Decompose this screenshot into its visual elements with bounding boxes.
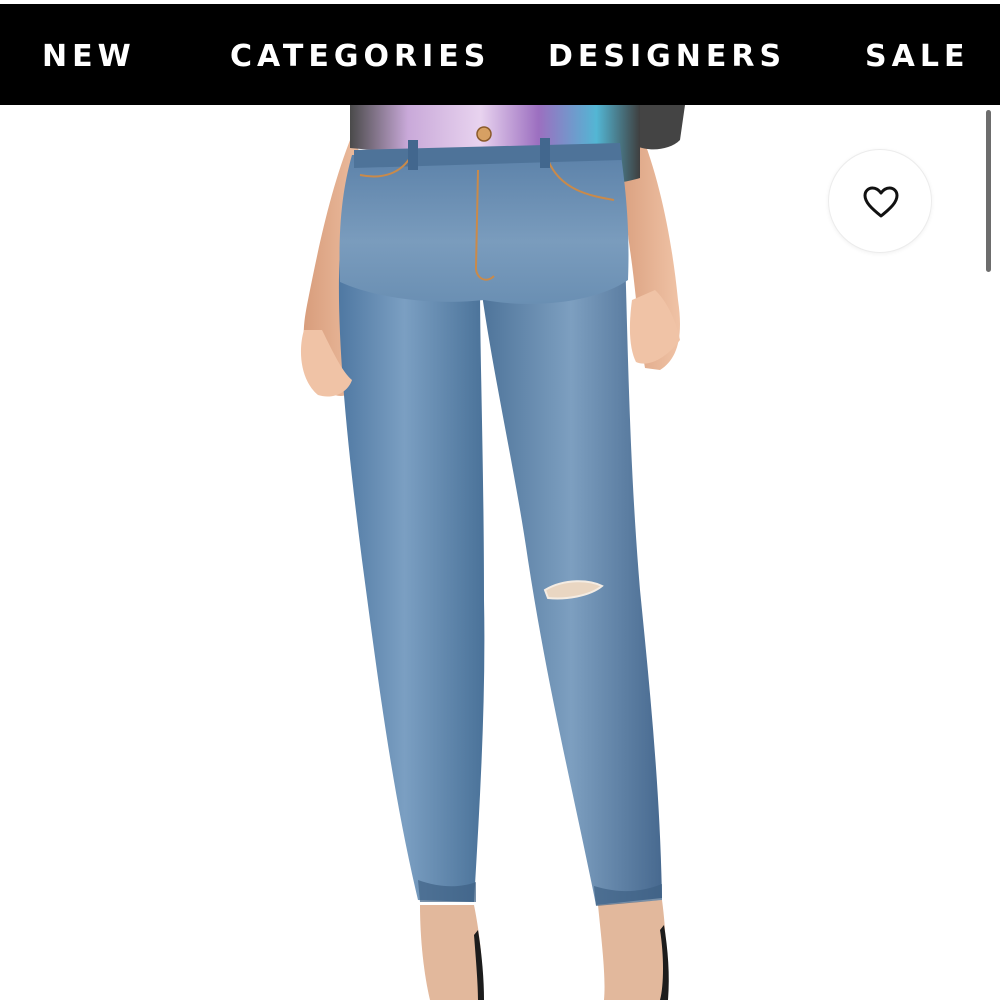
top-navigation-bar: NEW CATEGORIES DESIGNERS SALE: [0, 0, 1000, 105]
nav-item-new[interactable]: NEW: [42, 37, 136, 77]
nav-item-categories[interactable]: CATEGORIES: [230, 37, 490, 77]
heart-outline-icon: [863, 186, 899, 218]
vertical-scrollbar[interactable]: [986, 110, 991, 272]
favorite-button[interactable]: [828, 149, 932, 253]
nav-item-designers[interactable]: DESIGNERS: [548, 37, 786, 77]
nav-item-sale[interactable]: SALE: [865, 37, 969, 77]
product-page: NEW CATEGORIES DESIGNERS SALE: [0, 0, 1000, 1000]
